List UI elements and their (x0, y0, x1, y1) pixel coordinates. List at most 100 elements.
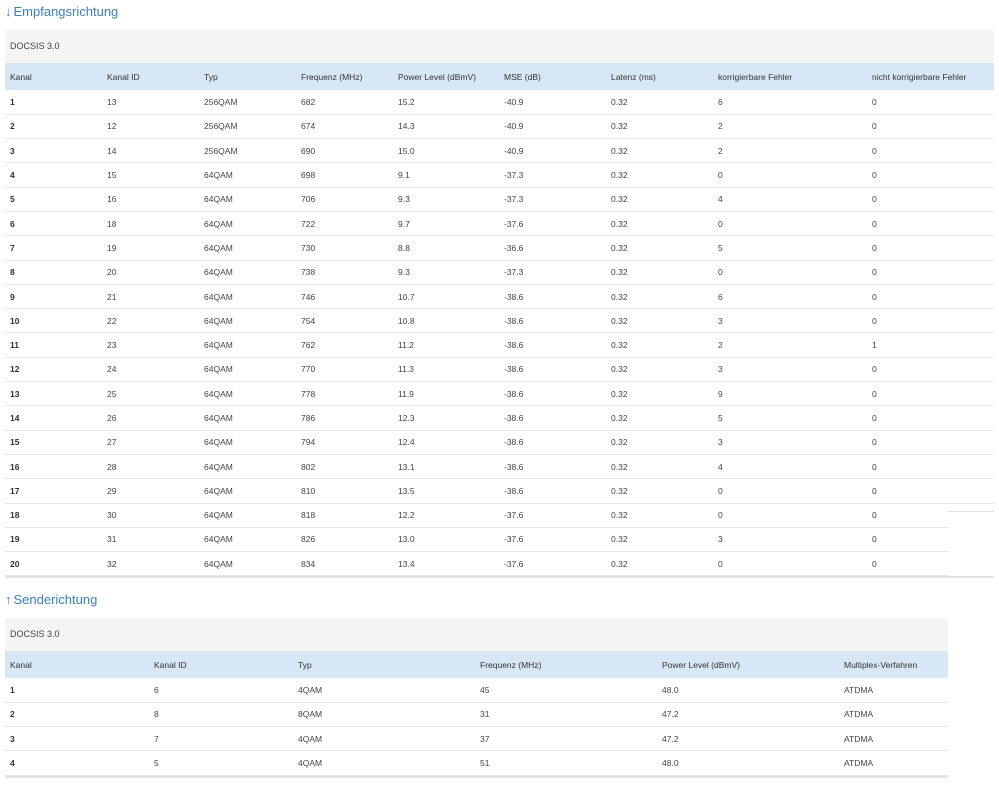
downstream-table-cell: -40.9 (504, 145, 524, 156)
downstream-table-cell: -38.6 (504, 291, 524, 302)
downstream-table-cell: 15.2 (398, 96, 415, 107)
upstream-table-cell: 48.0 (662, 758, 679, 769)
upstream-table-cell: 51 (480, 758, 490, 769)
downstream-table-cell: 0 (718, 218, 723, 229)
downstream-table-cell: 4 (718, 194, 723, 205)
downstream-table-row: 1 13 256QAM 682 15.2 -40.9 0.32 6 0 (5, 90, 994, 115)
downstream-table-cell: 0 (872, 388, 877, 399)
downstream-card: DOCSIS 3.0 Kanal Kanal ID Typ Frequenz (MHz… (5, 30, 994, 579)
upstream-table-cell: 47.2 (662, 733, 679, 744)
upstream-table-cell: 8QAM (298, 709, 323, 720)
downstream-table-cell: 0.32 (611, 558, 628, 569)
downstream-table-cell: 7 (10, 242, 15, 253)
downstream-table-cell: 0.32 (611, 145, 628, 156)
downstream-table-cell: 0 (872, 364, 877, 375)
downstream-table-cell: 64QAM (204, 242, 233, 253)
downstream-table-row: 17 29 64QAM 810 13.5 -38.6 0.32 0 0 (5, 479, 994, 504)
downstream-table-cell: 29 (107, 485, 117, 496)
downstream-table-cell: 754 (301, 315, 316, 326)
downstream-table-cell: 0.32 (611, 291, 628, 302)
downstream-table-cell: 0.32 (611, 340, 628, 351)
downstream-table-row: 18 30 64QAM 818 12.2 -37.6 0.32 0 0 (5, 503, 994, 528)
downstream-title-text: Empfangsrichtung (13, 4, 119, 19)
upstream-section-title: ↑ Senderichtung (5, 592, 97, 607)
downstream-table-cell: 0.32 (611, 315, 628, 326)
downstream-table-cell: 3 (718, 315, 723, 326)
downstream-table-cell: 64QAM (204, 315, 233, 326)
downstream-table-cell: -38.6 (504, 315, 524, 326)
downstream-table-cell: 690 (301, 145, 316, 156)
downstream-table-row: 8 20 64QAM 738 9.3 -37.3 0.32 0 0 (5, 260, 994, 285)
downstream-table-row: 14 26 64QAM 786 12.3 -38.6 0.32 5 0 (5, 406, 994, 431)
downstream-table-cell: 13.1 (398, 461, 415, 472)
downstream-table-cell: 0.32 (611, 194, 628, 205)
downstream-table-cell: 0.32 (611, 121, 628, 132)
downstream-table-cell: 2 (718, 340, 723, 351)
downstream-table-cell: 20 (107, 267, 117, 278)
downstream-table-cell: 64QAM (204, 340, 233, 351)
downstream-table-row: 16 28 64QAM 802 13.1 -38.6 0.32 4 0 (5, 454, 994, 479)
downstream-table-row: 2 12 256QAM 674 14.3 -40.9 0.32 2 0 (5, 114, 994, 139)
downstream-table-cell: 778 (301, 388, 316, 399)
downstream-table-cell: 16 (107, 194, 117, 205)
downstream-table-cell: 0 (872, 291, 877, 302)
downstream-table-cell: 0 (872, 485, 877, 496)
downstream-table-cell: 11 (10, 340, 19, 351)
arrow-up-icon: ↑ (5, 592, 12, 607)
downstream-table-cell: 0 (718, 485, 723, 496)
downstream-table-cell: 64QAM (204, 364, 233, 375)
downstream-table-row: 19 31 64QAM 826 13.0 -37.6 0.32 3 0 (5, 527, 994, 552)
downstream-column-header: nicht korrigierbare Fehler (872, 71, 967, 82)
downstream-table-row: 11 23 64QAM 762 11.2 -38.6 0.32 2 1 (5, 333, 994, 358)
upstream-column-header: Typ (298, 659, 312, 670)
downstream-card-title: DOCSIS 3.0 (5, 30, 994, 63)
downstream-table-cell: 9 (10, 291, 15, 302)
downstream-table-cell: 2 (718, 121, 723, 132)
downstream-table-cell: 13.5 (398, 485, 415, 496)
downstream-table-cell: 12 (107, 121, 117, 132)
downstream-table-row: 3 14 256QAM 690 15.0 -40.9 0.32 2 0 (5, 139, 994, 163)
downstream-table-cell: 0 (872, 437, 877, 448)
downstream-table-cell: 9.1 (398, 170, 410, 181)
downstream-table-row: 10 22 64QAM 754 10.8 -38.6 0.32 3 0 (5, 309, 994, 333)
downstream-table-cell: 0.32 (611, 364, 628, 375)
downstream-table-cell: 794 (301, 437, 316, 448)
downstream-table-cell: 64QAM (204, 437, 233, 448)
upstream-card-title: DOCSIS 3.0 (5, 618, 948, 651)
downstream-table-cell: 698 (301, 170, 316, 181)
upstream-table-cell: ATDMA (844, 684, 874, 695)
downstream-table-cell: 64QAM (204, 510, 233, 521)
downstream-table-cell: 12.4 (398, 437, 415, 448)
downstream-table-cell: 3 (718, 534, 723, 545)
downstream-table-cell: 0.32 (611, 242, 628, 253)
downstream-table-cell: -37.6 (504, 218, 524, 229)
downstream-table-cell: 826 (301, 534, 316, 545)
downstream-table: Kanal Kanal ID Typ Frequenz (MHz) Power Leve… (5, 63, 994, 576)
upstream-header-row: Kanal Kanal ID Typ Frequenz (MHz) Power Leve… (5, 651, 948, 678)
downstream-table-cell: 12.2 (398, 510, 415, 521)
upstream-column-header: Kanal ID (154, 659, 187, 670)
downstream-table-cell: 0 (718, 510, 723, 521)
downstream-table-cell: 4 (10, 170, 15, 181)
downstream-table-cell: 11.3 (398, 364, 414, 375)
downstream-table-cell: 5 (718, 242, 723, 253)
downstream-table-cell: 17 (10, 485, 20, 496)
downstream-table-cell: 1 (10, 96, 15, 107)
downstream-table-cell: 64QAM (204, 388, 233, 399)
downstream-table-cell: 12.3 (398, 413, 415, 423)
upstream-table-row: 3 7 4QAM 37 47.2 ATDMA (5, 727, 948, 751)
downstream-table-cell: 0 (718, 170, 723, 181)
downstream-table-cell: 0 (872, 218, 877, 229)
downstream-table-row: 6 18 64QAM 722 9.7 -37.6 0.32 0 0 (5, 211, 994, 236)
downstream-table-cell: 9.3 (398, 267, 410, 278)
downstream-table-cell: 834 (301, 558, 316, 569)
downstream-table-cell: 16 (10, 461, 20, 472)
downstream-table-cell: -37.3 (504, 267, 524, 278)
downstream-table-cell: 15.0 (398, 145, 415, 156)
upstream-card: DOCSIS 3.0 Kanal Kanal ID Typ Frequenz (MHz… (5, 618, 948, 778)
downstream-table-cell: 5 (718, 413, 723, 423)
downstream-table-cell: -37.6 (504, 558, 524, 569)
downstream-table-cell: -38.6 (504, 485, 524, 496)
upstream-column-header: Multiplex-Verfahren (844, 659, 918, 670)
downstream-table-cell: 0 (872, 96, 877, 107)
